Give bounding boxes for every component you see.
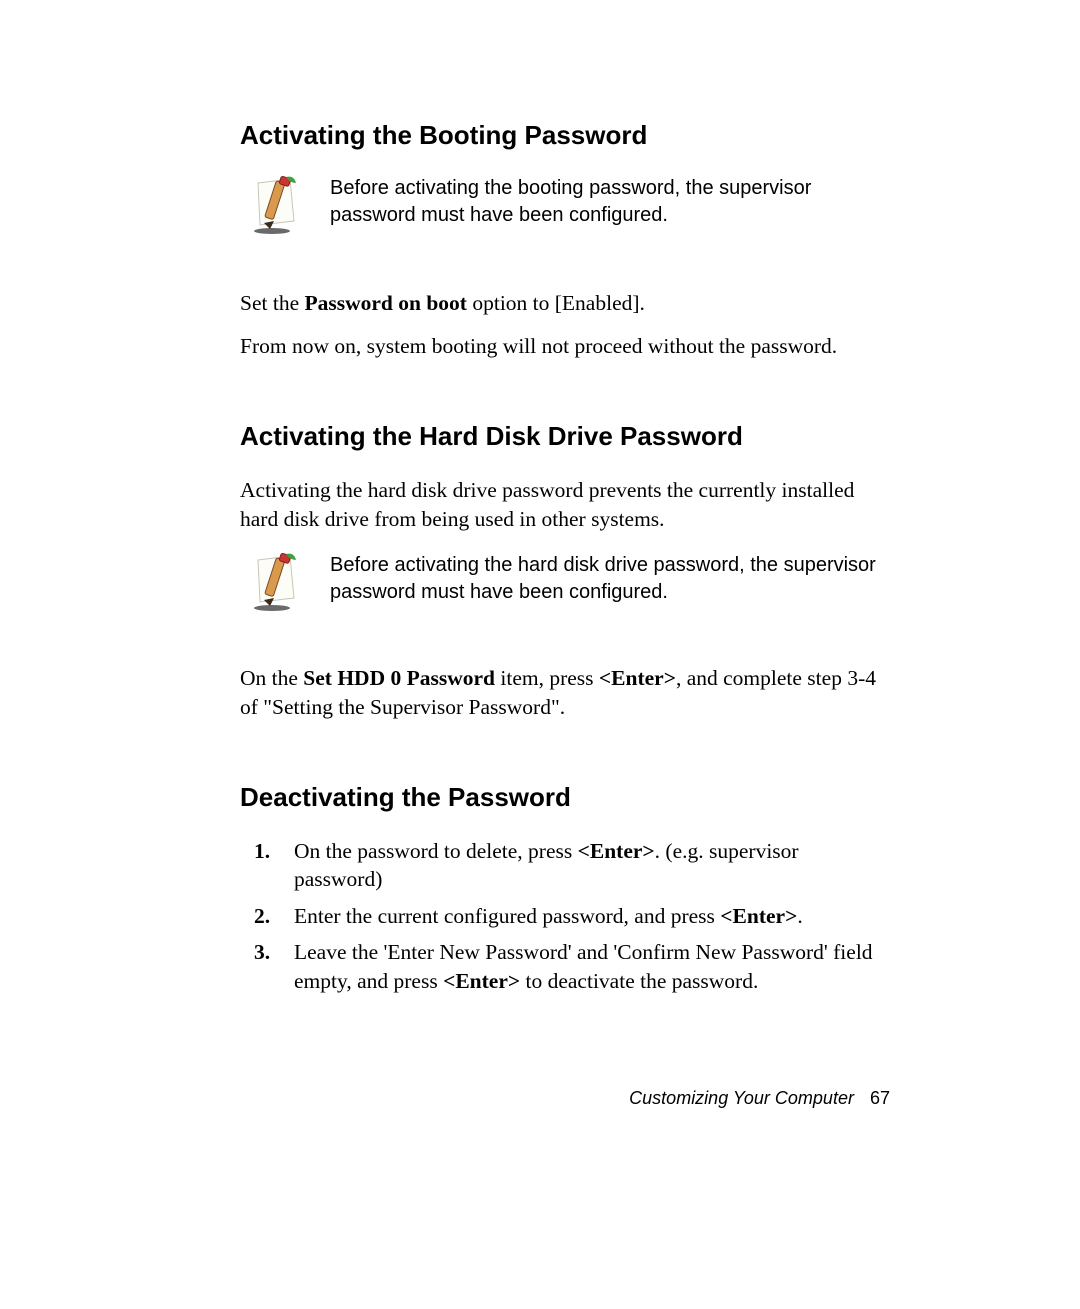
text-bold-enter-key: <Enter> (443, 969, 520, 993)
text-fragment: Enter the current configured password, a… (294, 904, 720, 928)
step-number: 1. (254, 837, 294, 865)
text-bold-password-on-boot: Password on boot (305, 291, 467, 315)
para-hdd-intro: Activating the hard disk drive password … (240, 476, 890, 534)
step-text: Leave the 'Enter New Password' and 'Conf… (294, 938, 890, 995)
footer-text: Customizing Your Computer (629, 1088, 854, 1108)
text-fragment: Set the (240, 291, 305, 315)
note-hdd: Before activating the hard disk drive pa… (250, 552, 890, 612)
text-bold-set-hdd0: Set HDD 0 Password (303, 666, 495, 690)
step-item: 2. Enter the current configured password… (240, 902, 890, 930)
note-icon (250, 552, 302, 612)
text-fragment: On the password to delete, press (294, 839, 578, 863)
text-fragment: to deactivate the password. (520, 969, 758, 993)
note-booting: Before activating the booting password, … (250, 175, 890, 235)
steps-list: 1. On the password to delete, press <Ent… (240, 837, 890, 995)
document-page: Activating the Booting Password Before a… (0, 0, 1080, 1309)
step-text: On the password to delete, press <Enter>… (294, 837, 890, 894)
note-icon (250, 175, 302, 235)
para-booting-not-proceed: From now on, system booting will not pro… (240, 332, 890, 361)
text-fragment: item, press (495, 666, 599, 690)
footer: Customizing Your Computer 67 (629, 1088, 890, 1109)
step-item: 1. On the password to delete, press <Ent… (240, 837, 890, 894)
step-number: 2. (254, 902, 294, 930)
note-text-hdd: Before activating the hard disk drive pa… (330, 552, 890, 606)
para-set-hdd0: On the Set HDD 0 Password item, press <E… (240, 664, 890, 722)
heading-deactivating-password: Deactivating the Password (240, 782, 890, 813)
step-number: 3. (254, 938, 294, 966)
footer-page-number: 67 (870, 1088, 890, 1108)
text-fragment: . (797, 904, 802, 928)
step-text: Enter the current configured password, a… (294, 902, 803, 930)
text-bold-enter-key: <Enter> (578, 839, 655, 863)
text-bold-enter-key: <Enter> (720, 904, 797, 928)
heading-activating-booting-password: Activating the Booting Password (240, 120, 890, 151)
text-bold-enter-key: <Enter> (599, 666, 676, 690)
heading-activating-hdd-password: Activating the Hard Disk Drive Password (240, 421, 890, 452)
para-set-password-on-boot: Set the Password on boot option to [Enab… (240, 289, 890, 318)
text-fragment: option to [Enabled]. (467, 291, 645, 315)
step-item: 3. Leave the 'Enter New Password' and 'C… (240, 938, 890, 995)
note-text-booting: Before activating the booting password, … (330, 175, 890, 229)
text-fragment: On the (240, 666, 303, 690)
